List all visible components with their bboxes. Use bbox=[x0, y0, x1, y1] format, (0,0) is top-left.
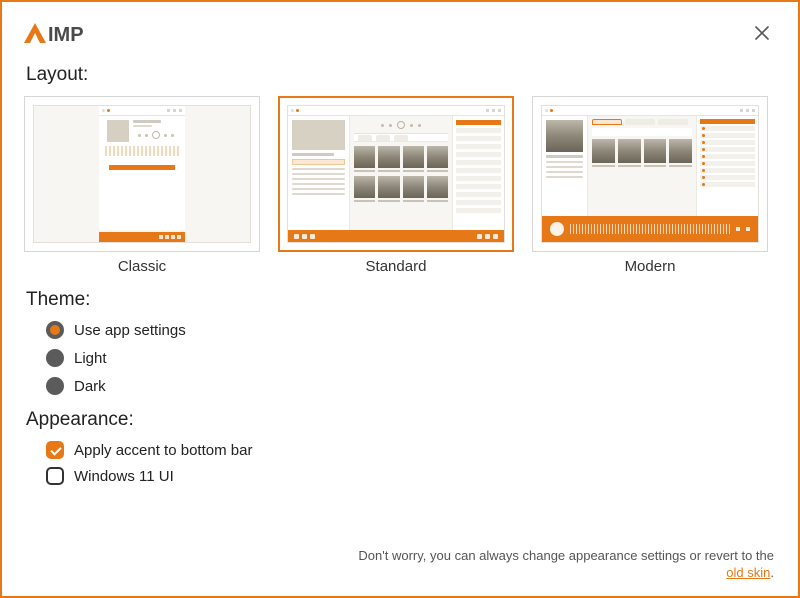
radio-icon bbox=[46, 321, 64, 339]
layout-option-standard[interactable]: Standard bbox=[278, 96, 514, 275]
layout-option-modern[interactable]: Modern bbox=[532, 96, 768, 275]
app-logo: IMP bbox=[24, 21, 116, 45]
theme-option-label: Dark bbox=[74, 378, 106, 395]
theme-option-app[interactable]: Use app settings bbox=[46, 321, 776, 339]
svg-text:IMP: IMP bbox=[48, 24, 84, 45]
theme-options: Use app settings Light Dark bbox=[46, 321, 776, 395]
theme-option-light[interactable]: Light bbox=[46, 349, 776, 367]
appearance-option-label: Apply accent to bottom bar bbox=[74, 442, 252, 459]
settings-window: IMP Layout: bbox=[0, 0, 800, 598]
close-icon bbox=[754, 25, 770, 41]
layout-label-standard: Standard bbox=[278, 258, 514, 275]
checkbox-icon bbox=[46, 441, 64, 459]
appearance-options: Apply accent to bottom bar Windows 11 UI bbox=[46, 441, 776, 485]
theme-option-label: Use app settings bbox=[74, 322, 186, 339]
layout-label-classic: Classic bbox=[24, 258, 260, 275]
titlebar: IMP bbox=[24, 16, 776, 50]
appearance-option-label: Windows 11 UI bbox=[74, 468, 174, 485]
footer-note: Don't worry, you can always change appea… bbox=[354, 547, 774, 582]
layout-thumb-modern bbox=[532, 96, 768, 252]
appearance-heading: Appearance: bbox=[26, 409, 776, 431]
layout-heading: Layout: bbox=[26, 64, 776, 86]
layout-label-modern: Modern bbox=[532, 258, 768, 275]
footer-note-prefix: Don't worry, you can always change appea… bbox=[358, 548, 774, 563]
theme-option-label: Light bbox=[74, 350, 107, 367]
layout-options: Classic bbox=[24, 96, 776, 275]
checkbox-icon bbox=[46, 467, 64, 485]
close-button[interactable] bbox=[748, 19, 776, 47]
theme-heading: Theme: bbox=[26, 289, 776, 311]
theme-option-dark[interactable]: Dark bbox=[46, 377, 776, 395]
radio-icon bbox=[46, 349, 64, 367]
layout-option-classic[interactable]: Classic bbox=[24, 96, 260, 275]
footer-note-suffix: . bbox=[770, 565, 774, 580]
appearance-accent-bottom-bar[interactable]: Apply accent to bottom bar bbox=[46, 441, 776, 459]
old-skin-link[interactable]: old skin bbox=[726, 565, 770, 580]
appearance-windows11-ui[interactable]: Windows 11 UI bbox=[46, 467, 776, 485]
layout-thumb-classic bbox=[24, 96, 260, 252]
radio-icon bbox=[46, 377, 64, 395]
layout-thumb-standard bbox=[278, 96, 514, 252]
